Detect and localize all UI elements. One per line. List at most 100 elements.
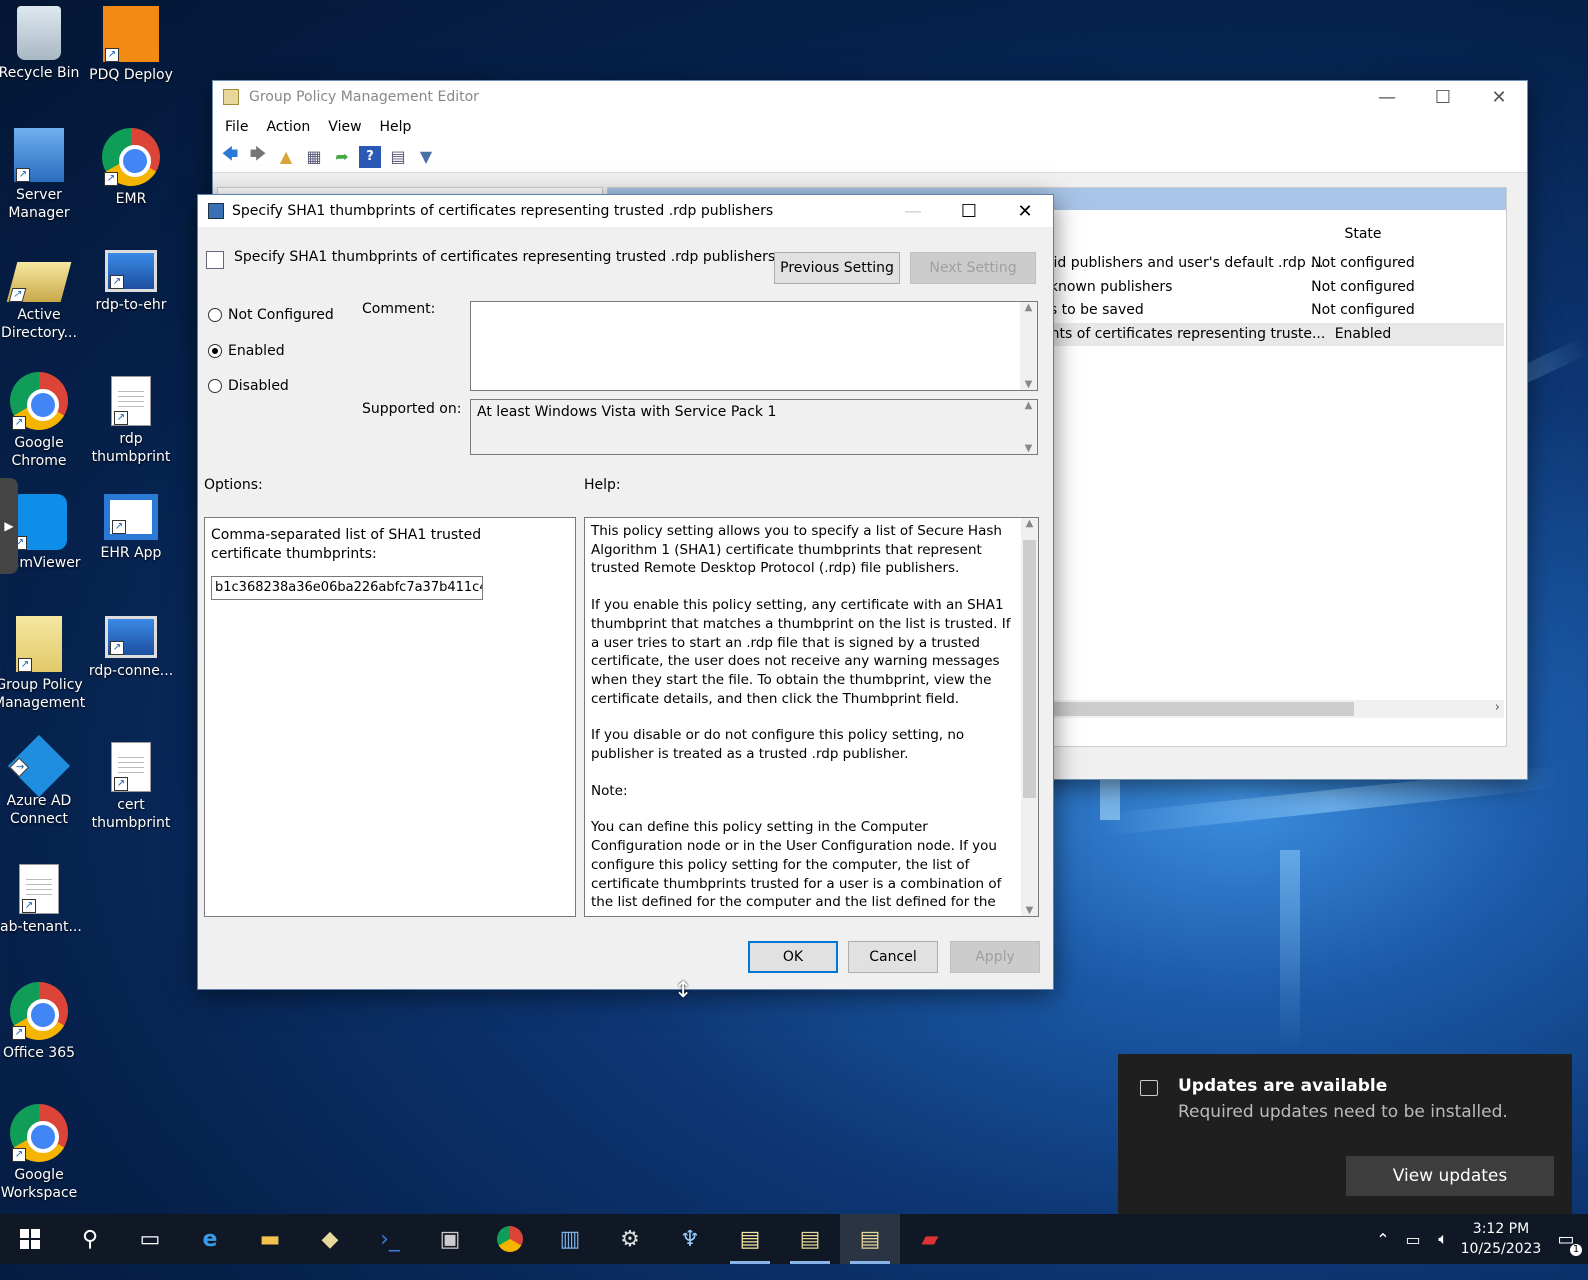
properties-icon[interactable]: ▤	[387, 146, 409, 168]
desktop-icon-label: rdp thumbprint	[91, 431, 171, 465]
gpme-taskbar-icon[interactable]: ▤	[840, 1214, 900, 1264]
desktop-icon[interactable]: ↗ PDQ Deploy	[85, 6, 177, 84]
policy-dialog[interactable]: Specify SHA1 thumbprints of certificates…	[197, 194, 1054, 990]
chrome-icon[interactable]	[480, 1214, 540, 1264]
radio-disabled[interactable]: Disabled	[208, 378, 289, 394]
wallpaper-beam	[1280, 850, 1300, 1050]
internet-explorer-icon[interactable]: e	[180, 1214, 240, 1264]
desktop-icon[interactable]: ↗ EMR	[85, 128, 177, 208]
radio-label: Disabled	[228, 378, 289, 394]
volume-muted-icon[interactable]: 🔈︎	[1428, 1214, 1458, 1264]
menu-action[interactable]: Action	[266, 119, 310, 135]
desktop-icon[interactable]: ↗ Google Chrome	[0, 372, 85, 470]
help-scrollbar[interactable]: ▲ ▼	[1021, 518, 1038, 916]
comment-scrollbar[interactable]: ▲ ▼	[1020, 302, 1037, 390]
maximize-button[interactable]: ☐	[1415, 81, 1471, 113]
comment-field[interactable]: ▲ ▼	[470, 301, 1038, 391]
search-icon[interactable]: ⚲	[60, 1214, 120, 1264]
desktop-icon[interactable]: ↗ lab-tenant...	[0, 860, 85, 936]
task-view-icon[interactable]: ▭	[120, 1214, 180, 1264]
desktop-icon[interactable]: ↗ Google Workspace	[0, 1104, 85, 1202]
filter-icon[interactable]: ▼	[415, 146, 437, 168]
desktop-icon-label: Active Directory...	[1, 307, 77, 341]
show-hide-tree-icon[interactable]: ▦	[303, 146, 325, 168]
radio-enabled[interactable]: Enabled	[208, 343, 285, 359]
close-button[interactable]: ✕	[997, 195, 1053, 227]
previous-setting-button[interactable]: Previous Setting	[774, 252, 900, 284]
scroll-up-icon[interactable]: ▲	[1026, 518, 1034, 529]
ad-users-computers-icon[interactable]: ◆	[300, 1214, 360, 1264]
toast-body: Required updates need to be installed.	[1178, 1102, 1508, 1122]
setting-heading: Specify SHA1 thumbprints of certificates…	[234, 249, 776, 265]
server-manager-icon[interactable]: ▥	[540, 1214, 600, 1264]
shortcut-arrow-icon: ↗	[110, 275, 124, 289]
horizontal-scrollbar[interactable]: ›	[1038, 700, 1504, 718]
scroll-down-icon[interactable]: ▼	[1026, 905, 1034, 916]
group-policy-icon[interactable]: ▤	[780, 1214, 840, 1264]
maximize-button[interactable]: ☐	[941, 195, 997, 227]
scroll-down-icon[interactable]: ▼	[1025, 379, 1033, 390]
settings-gear-icon[interactable]: ⚙	[600, 1214, 660, 1264]
desktop-icon[interactable]: ↗ rdp-to-ehr	[85, 250, 177, 314]
action-center-icon[interactable]: ▭ 1	[1544, 1214, 1588, 1264]
scrollbar-thumb[interactable]	[1023, 540, 1036, 798]
supported-on-label: Supported on:	[362, 401, 462, 417]
menu-file[interactable]: File	[225, 119, 248, 135]
export-list-icon[interactable]: ➦	[331, 146, 353, 168]
desktop-icon[interactable]: ↗ Server Manager	[0, 128, 85, 222]
desktop-icon[interactable]: ↗ Active Directory...	[0, 250, 85, 342]
scrollbar-thumb[interactable]	[1038, 702, 1354, 716]
forward-arrow-icon[interactable]: 🡆	[247, 144, 269, 168]
chrome-icon: ↗	[10, 1104, 68, 1162]
shortcut-arrow-icon: ↗	[114, 411, 128, 425]
supported-scrollbar[interactable]: ▲ ▼	[1020, 400, 1037, 454]
scroll-up-icon[interactable]: ▲	[1025, 400, 1033, 411]
network-status-icon[interactable]: ▭	[1398, 1214, 1428, 1264]
radio-circle[interactable]	[208, 308, 222, 322]
desktop-icon[interactable]: ↗ Azure AD Connect	[0, 734, 85, 828]
menu-view[interactable]: View	[328, 119, 361, 135]
dialog-titlebar[interactable]: Specify SHA1 thumbprints of certificates…	[198, 195, 1053, 227]
side-panel-handle[interactable]: ▶	[0, 478, 18, 574]
setting-name: alid publishers and user's default .rdp …	[1041, 255, 1324, 271]
desktop-icon[interactable]: ↗ rdp thumbprint	[85, 372, 177, 466]
gpme-titlebar[interactable]: Group Policy Management Editor — ☐ ✕	[213, 81, 1527, 113]
desktop-icon[interactable]: ↗ cert thumbprint	[85, 738, 177, 832]
radio-circle[interactable]	[208, 344, 222, 358]
cancel-button[interactable]: Cancel	[848, 941, 938, 973]
update-toast[interactable]: Updates are available Required updates n…	[1118, 1054, 1572, 1216]
start-button[interactable]	[0, 1214, 60, 1264]
notepad-icon[interactable]: ▤	[720, 1214, 780, 1264]
radio-circle[interactable]	[208, 379, 222, 393]
desktop-icon-label: lab-tenant...	[0, 919, 82, 935]
scroll-down-icon[interactable]: ▼	[1025, 443, 1033, 454]
scroll-right-icon[interactable]: ›	[1495, 700, 1500, 715]
help-paragraph: If you enable this policy setting, any c…	[591, 597, 1011, 707]
desktop-icon[interactable]: ↗ rdp-conne...	[85, 616, 177, 680]
file-explorer-icon[interactable]: ▬	[240, 1214, 300, 1264]
show-hidden-icons-icon[interactable]: ⌃	[1368, 1214, 1398, 1264]
minimize-button[interactable]: —	[1359, 81, 1415, 113]
ok-button[interactable]: OK	[748, 941, 838, 973]
help-icon[interactable]: ?	[359, 145, 381, 168]
menu-help[interactable]: Help	[380, 119, 412, 135]
ehr-app-icon: ↗	[104, 494, 158, 540]
back-arrow-icon[interactable]: 🡄	[219, 144, 241, 168]
up-folder-icon[interactable]: ▲	[275, 146, 297, 168]
close-button[interactable]: ✕	[1471, 81, 1527, 113]
powershell-icon[interactable]: ›_	[360, 1214, 420, 1264]
thumbprint-input[interactable]: b1c368238a36e06ba226abfc7a37b411c40	[211, 576, 483, 600]
view-updates-button[interactable]: View updates	[1346, 1156, 1554, 1196]
network-icon[interactable]: ♆	[660, 1214, 720, 1264]
desktop-icon[interactable]: Recycle Bin	[0, 6, 85, 82]
desktop-icon[interactable]: ↗ Office 365	[0, 982, 85, 1062]
desktop-icon[interactable]: ↗ Group Policy Management	[0, 616, 85, 712]
clock[interactable]: 3:12 PM 10/25/2023	[1458, 1219, 1544, 1259]
command-prompt-icon[interactable]: ▣	[420, 1214, 480, 1264]
toolbox-icon[interactable]: ▰	[900, 1214, 960, 1264]
column-header-state[interactable]: State	[1303, 226, 1423, 242]
desktop-icon[interactable]: ↗ EHR App	[85, 494, 177, 562]
clock-time: 3:12 PM	[1472, 1221, 1530, 1237]
radio-not-configured[interactable]: Not Configured	[208, 307, 334, 323]
scroll-up-icon[interactable]: ▲	[1025, 302, 1033, 313]
